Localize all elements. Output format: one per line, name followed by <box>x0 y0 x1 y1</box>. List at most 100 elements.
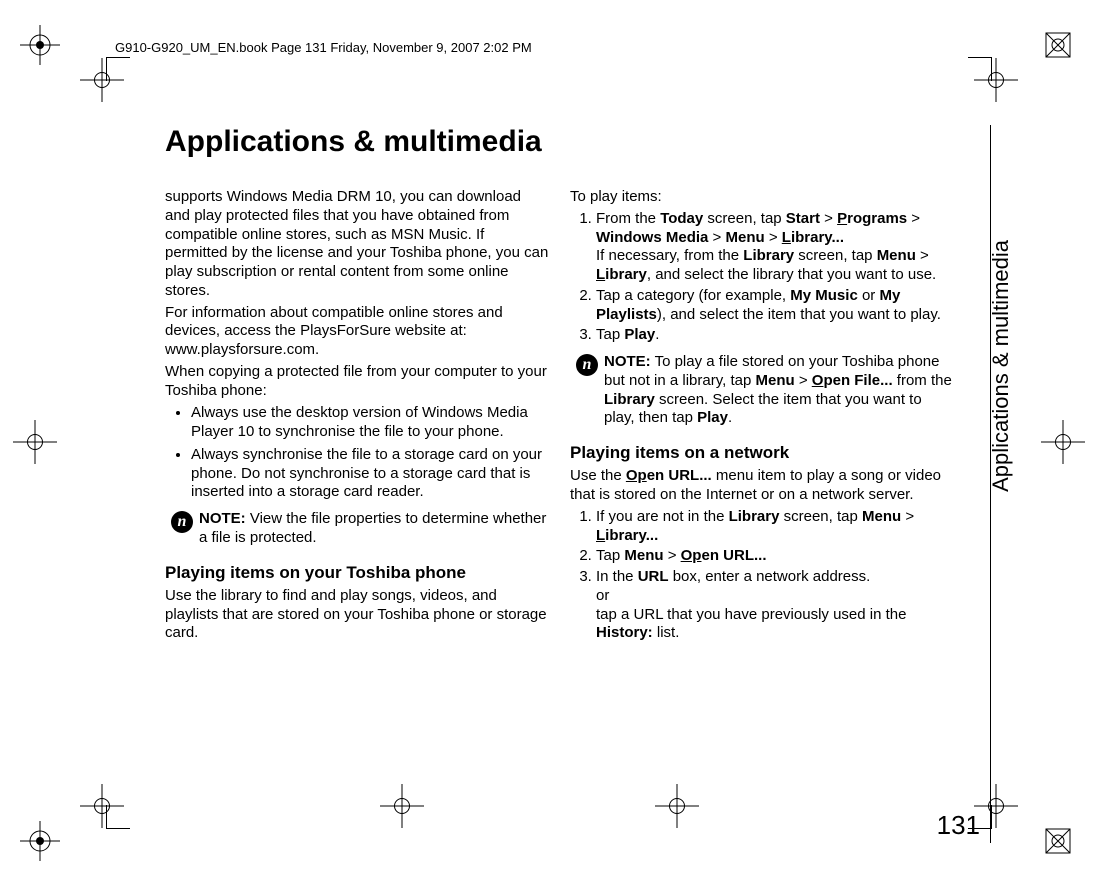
t: . <box>655 326 659 343</box>
note-text: NOTE: View the file properties to determ… <box>199 510 550 548</box>
t: O <box>812 372 824 389</box>
body-text: supports Windows Media DRM 10, you can d… <box>165 188 550 301</box>
note-text: NOTE: To play a file stored on your Tosh… <box>604 353 955 428</box>
t: Menu <box>624 547 663 564</box>
list-item: In the URL box, enter a network address.… <box>596 568 955 643</box>
t: Use the <box>570 467 626 484</box>
side-section-label: Applications & multimedia <box>988 240 1014 492</box>
t: > <box>795 372 812 389</box>
body-text: Use the Open URL... menu item to play a … <box>570 467 955 505</box>
list-item: Tap a category (for example, My Music or… <box>596 287 955 325</box>
t: L <box>596 266 605 283</box>
page-title: Applications & multimedia <box>165 125 542 159</box>
note-label: NOTE: <box>604 353 651 370</box>
t: URL <box>638 568 669 585</box>
note-block: n NOTE: To play a file stored on your To… <box>570 353 955 428</box>
crop-mark-icon <box>380 784 424 828</box>
subheading: Playing items on your Toshiba phone <box>165 562 550 583</box>
bullet-list: Always use the desktop version of Window… <box>165 404 550 502</box>
numbered-list: If you are not in the Library screen, ta… <box>570 508 955 643</box>
note-body-text: View the file properties to determine wh… <box>199 510 546 546</box>
body-text: To play items: <box>570 188 955 207</box>
t: P <box>837 210 847 227</box>
content-columns: supports Windows Media DRM 10, you can d… <box>165 188 955 647</box>
t: Tap <box>596 547 624 564</box>
page-number: 131 <box>937 810 980 841</box>
body-text: Use the library to find and play songs, … <box>165 587 550 643</box>
t: ), and select the item that you want to … <box>657 306 941 323</box>
t: list. <box>653 624 680 641</box>
t: Library <box>729 508 780 525</box>
t: ibrary... <box>791 229 844 246</box>
t: > <box>907 210 920 227</box>
registration-mark-icon <box>1038 821 1078 861</box>
t: en URL... <box>701 547 766 564</box>
t: > <box>820 210 837 227</box>
t: > <box>708 229 725 246</box>
t: Today <box>660 210 703 227</box>
t: Menu <box>877 247 916 264</box>
list-item: Always use the desktop version of Window… <box>191 404 550 442</box>
t: If you are not in the <box>596 508 729 525</box>
t: screen, tap <box>703 210 786 227</box>
t: or <box>858 287 880 304</box>
list-item: If you are not in the Library screen, ta… <box>596 508 955 546</box>
list-item: Tap Play. <box>596 326 955 345</box>
t: > <box>664 547 681 564</box>
t: or <box>596 587 609 604</box>
corner-mark-icon <box>106 57 130 81</box>
body-text: When copying a protected file from your … <box>165 363 550 401</box>
t: ibrary <box>605 266 647 283</box>
crop-mark-icon <box>1041 420 1085 464</box>
t: From the <box>596 210 660 227</box>
t: Library <box>743 247 794 264</box>
t: pen File... <box>823 372 892 389</box>
t: . <box>728 409 732 426</box>
t: ibrary... <box>605 527 658 544</box>
note-icon: n <box>171 511 193 533</box>
t: > <box>916 247 929 264</box>
t: L <box>596 527 605 544</box>
list-item: Always synchronise the file to a storage… <box>191 446 550 502</box>
t: History: <box>596 624 653 641</box>
t: Library <box>604 391 655 408</box>
t: Menu <box>725 229 764 246</box>
t: rograms <box>847 210 907 227</box>
registration-mark-icon <box>20 25 60 65</box>
corner-mark-icon <box>106 805 130 829</box>
t: screen, tap <box>779 508 862 525</box>
t: Windows Media <box>596 229 708 246</box>
t: Play <box>624 326 655 343</box>
t: If necessary, from the <box>596 247 743 264</box>
t: from the <box>893 372 952 389</box>
registration-mark-icon <box>20 821 60 861</box>
subheading: Playing items on a network <box>570 442 955 463</box>
crop-mark-icon <box>655 784 699 828</box>
right-column: To play items: From the Today screen, ta… <box>570 188 955 647</box>
t: Start <box>786 210 820 227</box>
t: Menu <box>862 508 901 525</box>
t: tap a URL that you have previously used … <box>596 606 906 623</box>
crop-mark-icon <box>13 420 57 464</box>
t: Tap <box>596 326 624 343</box>
left-column: supports Windows Media DRM 10, you can d… <box>165 188 550 647</box>
note-block: n NOTE: View the file properties to dete… <box>165 510 550 548</box>
t: screen, tap <box>794 247 877 264</box>
body-text: For information about compatible online … <box>165 304 550 360</box>
t: L <box>782 229 791 246</box>
corner-mark-icon <box>968 57 992 81</box>
t: box, enter a network address. <box>669 568 871 585</box>
t: Op <box>626 467 647 484</box>
t: , and select the library that you want t… <box>647 266 936 283</box>
t: Play <box>697 409 728 426</box>
list-item: Tap Menu > Open URL... <box>596 547 955 566</box>
t: > <box>765 229 782 246</box>
t: Menu <box>755 372 794 389</box>
t: My Music <box>790 287 858 304</box>
registration-mark-icon <box>1038 25 1078 65</box>
numbered-list: From the Today screen, tap Start > Progr… <box>570 210 955 345</box>
t: Op <box>681 547 702 564</box>
note-label: NOTE: <box>199 510 246 527</box>
list-item: From the Today screen, tap Start > Progr… <box>596 210 955 285</box>
note-icon: n <box>576 354 598 376</box>
